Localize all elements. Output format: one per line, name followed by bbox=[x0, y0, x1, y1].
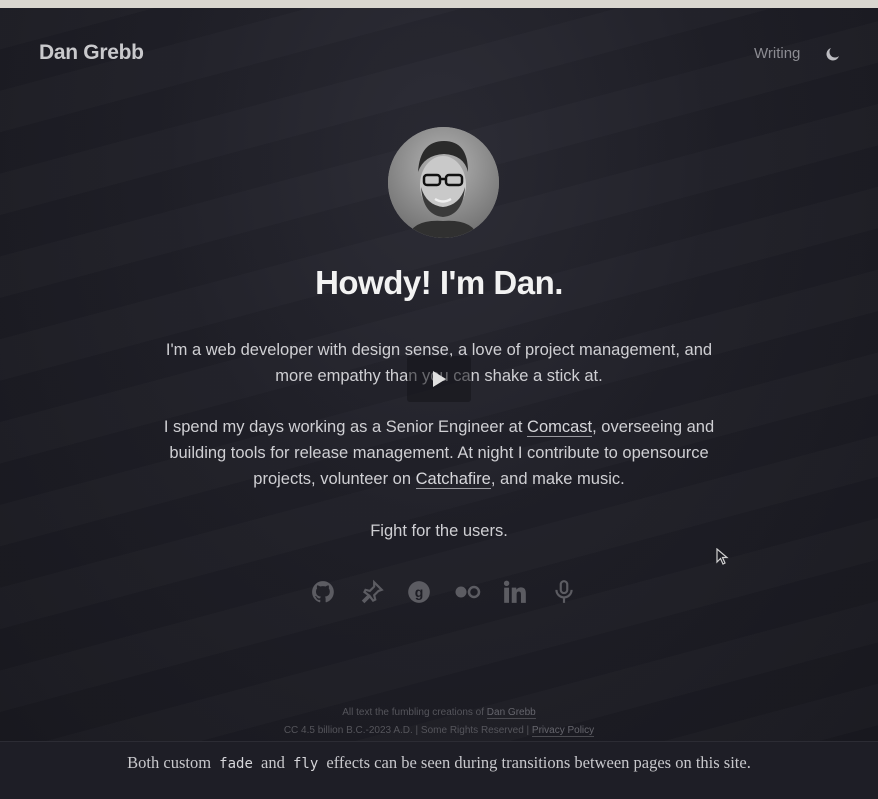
podcast-icon[interactable] bbox=[551, 578, 577, 606]
catchafire-link[interactable]: Catchafire bbox=[415, 470, 491, 489]
caption-text-end: effects can be seen during transitions b… bbox=[326, 753, 751, 772]
social-links: g bbox=[310, 578, 573, 608]
site-header: Dan Grebb Writing bbox=[0, 8, 878, 98]
linkedin-icon[interactable] bbox=[502, 578, 528, 606]
site-logo[interactable]: Dan Grebb bbox=[39, 41, 144, 65]
pin-icon[interactable] bbox=[359, 578, 385, 606]
caption-bar: Both custom fade and fly effects can be … bbox=[0, 741, 878, 799]
motto-text: Fight for the users. bbox=[370, 522, 508, 540]
work-paragraph: I spend my days working as a Senior Engi… bbox=[150, 414, 728, 492]
work-text-end: , and make music. bbox=[490, 470, 625, 488]
footer-license-text: CC 4.5 billion B.C.-2023 A.D. | Some Rig… bbox=[283, 725, 532, 736]
page-title: Howdy! I'm Dan. bbox=[315, 264, 563, 301]
video-play-button[interactable] bbox=[407, 356, 471, 402]
mouse-cursor-icon bbox=[716, 548, 729, 565]
avatar bbox=[388, 127, 499, 238]
moon-icon[interactable] bbox=[824, 45, 842, 63]
video-frame: Dan Grebb Writing Howdy! I'm Dan. I'm a … bbox=[0, 8, 878, 741]
footer-credits: All text the fumbling creations of Dan G… bbox=[0, 707, 878, 719]
goodreads-icon[interactable]: g bbox=[406, 578, 432, 606]
fly-code: fly bbox=[292, 756, 319, 772]
footer-license: CC 4.5 billion B.C.-2023 A.D. | Some Rig… bbox=[0, 725, 878, 737]
nav-link-writing[interactable]: Writing bbox=[754, 45, 800, 62]
github-icon[interactable] bbox=[310, 578, 336, 606]
play-icon bbox=[433, 371, 446, 387]
caption-text-start: Both custom bbox=[127, 753, 212, 772]
comcast-link[interactable]: Comcast bbox=[527, 418, 593, 437]
svg-text:g: g bbox=[415, 584, 424, 600]
fade-code: fade bbox=[219, 756, 253, 772]
footer-author-link[interactable]: Dan Grebb bbox=[486, 707, 536, 719]
flickr-icon[interactable] bbox=[453, 578, 483, 606]
figure-caption: Both custom fade and fly effects can be … bbox=[0, 753, 878, 773]
privacy-policy-link[interactable]: Privacy Policy bbox=[531, 725, 595, 737]
work-text-start: I spend my days working as a Senior Engi… bbox=[163, 418, 528, 436]
top-border bbox=[0, 0, 878, 8]
caption-text-middle: and bbox=[261, 753, 285, 772]
footer-credits-text: All text the fumbling creations of bbox=[342, 707, 487, 718]
